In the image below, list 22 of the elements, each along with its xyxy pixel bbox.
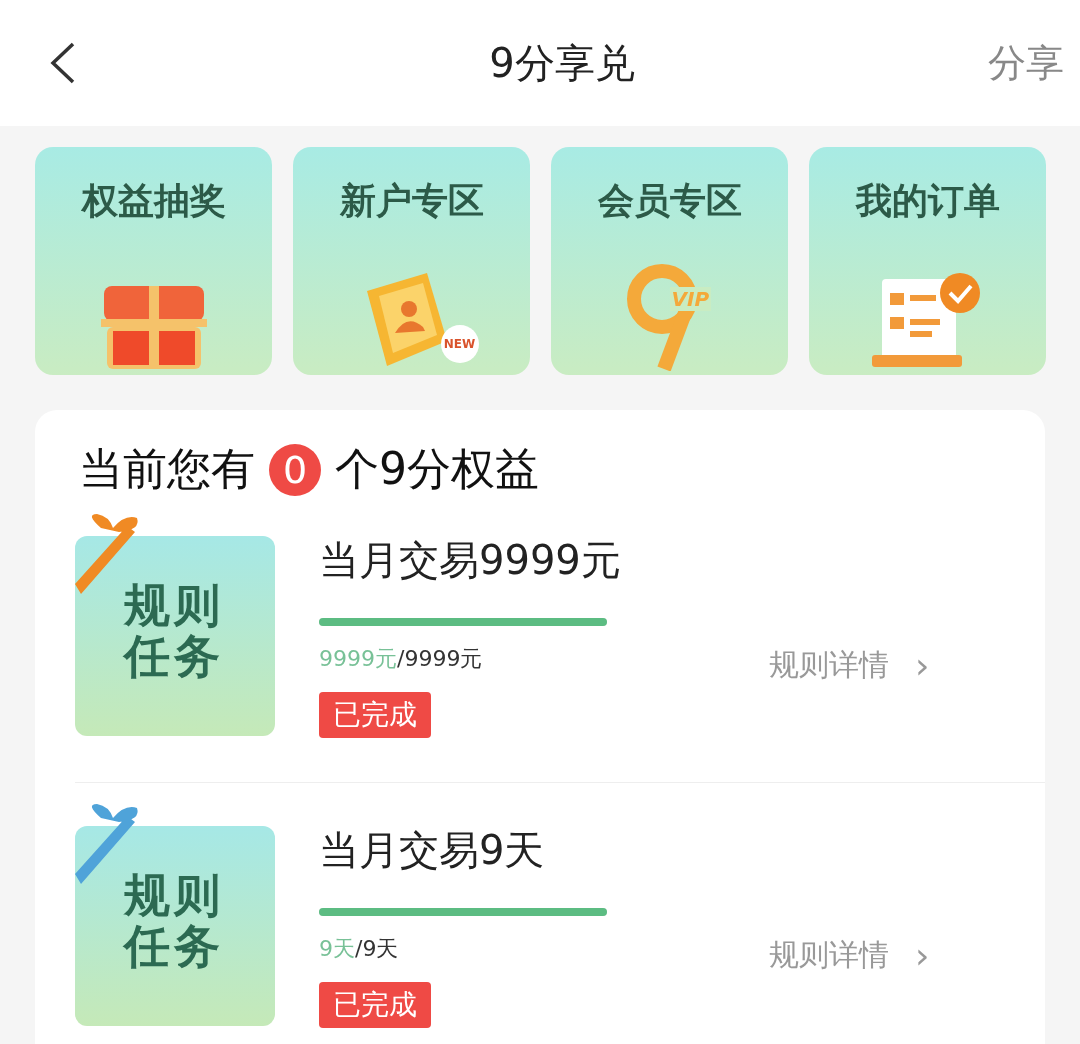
new-badge: NEW	[440, 325, 479, 363]
task-title: 当月交易9999元	[319, 536, 622, 585]
menu-tile[interactable]: 我的订单	[809, 147, 1046, 375]
menu-tile[interactable]: 权益抽奖	[35, 147, 272, 375]
count-badge: 0	[269, 443, 321, 496]
vip-label: VIP	[669, 287, 712, 311]
summary-text: 个9分权益	[335, 442, 539, 496]
progress-text: 9999元/9999元	[319, 645, 484, 673]
share-link[interactable]: 分享	[988, 37, 1064, 89]
thumbnail-label: 规则任务	[124, 869, 226, 972]
progress-text: 9天/9天	[319, 935, 400, 963]
page-title: 9分享兑	[489, 38, 635, 88]
summary-text: 当前您有	[79, 442, 255, 496]
task-title: 当月交易9天	[319, 826, 546, 875]
status-badge: 已完成	[319, 982, 431, 1028]
menu-tile[interactable]: 会员专区 VIP	[551, 147, 788, 375]
thumbnail-label: 规则任务	[124, 579, 226, 682]
chevron-icon: ›	[915, 935, 930, 976]
chevron-icon: ›	[915, 645, 930, 686]
menu-tile[interactable]: 新户专区 NEW	[293, 147, 530, 375]
back-icon[interactable]	[50, 42, 76, 84]
status-badge: 已完成	[319, 692, 431, 738]
